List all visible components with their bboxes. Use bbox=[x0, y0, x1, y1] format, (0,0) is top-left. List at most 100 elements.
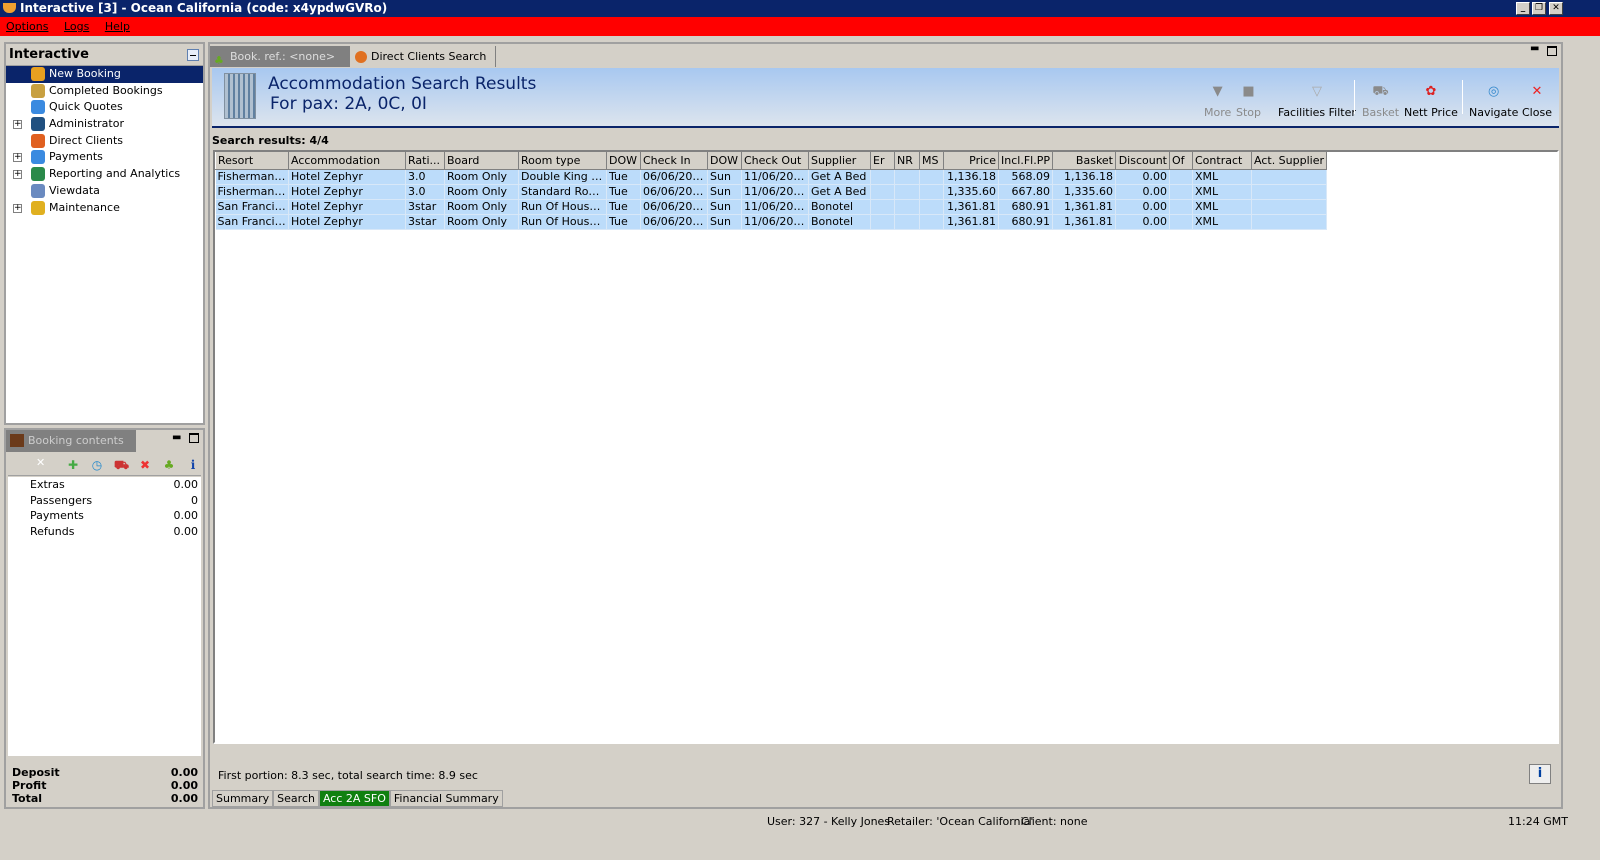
nav-item-label: Administrator bbox=[49, 117, 124, 131]
row-value: 0 bbox=[191, 493, 198, 507]
expand-icon[interactable]: + bbox=[13, 120, 22, 130]
menu-logs[interactable]: Logs bbox=[64, 20, 89, 33]
nav-item[interactable]: + Reporting and Analytics bbox=[6, 166, 203, 183]
total-value: 0.00 bbox=[170, 779, 198, 792]
table-cell bbox=[1169, 169, 1193, 185]
maintenance-icon bbox=[31, 200, 45, 215]
column-header[interactable]: Resort bbox=[215, 152, 289, 170]
table-cell: Room Only bbox=[444, 169, 519, 185]
table-row[interactable]: Fishermans ... Hotel Zephyr 3.0 Room Only Do… bbox=[215, 169, 1327, 185]
column-header[interactable]: Er bbox=[870, 152, 895, 170]
table-cell: 0.00 bbox=[1115, 169, 1170, 185]
booking-row: Payments 0.00 bbox=[8, 508, 201, 524]
column-header[interactable]: DOW bbox=[606, 152, 641, 170]
tab-booking-ref[interactable]: ♣ Book. ref.: <none> ✕ bbox=[210, 46, 350, 84]
minimize-icon[interactable]: ▬ bbox=[172, 432, 181, 443]
column-header[interactable]: Basket bbox=[1052, 152, 1116, 170]
table-cell: Fishermans ... bbox=[215, 184, 289, 200]
column-header[interactable]: Check In bbox=[640, 152, 708, 170]
nav-item[interactable]: Quick Quotes bbox=[6, 99, 203, 116]
expand-icon[interactable]: + bbox=[13, 203, 22, 213]
table-row[interactable]: San Francisco Hotel Zephyr 3star Room Only R… bbox=[215, 199, 1327, 215]
booking-row: Extras 0.00 bbox=[8, 477, 201, 493]
close-window-button[interactable]: ✕ bbox=[1549, 2, 1563, 15]
info-button[interactable]: i bbox=[1529, 764, 1551, 784]
table-cell: 0.00 bbox=[1115, 199, 1170, 215]
table-cell: 1,361.81 bbox=[1052, 214, 1116, 230]
nav-item-label: Direct Clients bbox=[49, 133, 124, 147]
column-header[interactable]: Supplier bbox=[808, 152, 871, 170]
column-header[interactable]: Check Out bbox=[741, 152, 809, 170]
tab-booking-contents[interactable]: Booking contents ✕ bbox=[6, 430, 136, 469]
table-cell: 680.91 bbox=[998, 199, 1053, 215]
maximize-icon[interactable] bbox=[189, 433, 199, 443]
bottom-tab[interactable]: Summary bbox=[212, 790, 274, 807]
table-cell bbox=[1169, 214, 1193, 230]
maximize-icon[interactable] bbox=[1547, 46, 1557, 56]
separator bbox=[1354, 80, 1355, 114]
minimize-button[interactable]: _ bbox=[1516, 2, 1530, 15]
column-header[interactable]: Price bbox=[943, 152, 999, 170]
more-button[interactable]: ▼ More bbox=[1204, 84, 1231, 119]
basket-button[interactable]: ⛟ Basket bbox=[1362, 84, 1399, 119]
column-header[interactable]: Discount bbox=[1115, 152, 1170, 170]
column-header[interactable]: Of bbox=[1169, 152, 1193, 170]
table-cell: 667.80 bbox=[998, 184, 1053, 200]
total-value: 0.00 bbox=[170, 792, 198, 805]
minimize-icon[interactable]: ▬ bbox=[1530, 43, 1539, 54]
bottom-tab[interactable]: Financial Summary bbox=[389, 790, 503, 807]
basket-transfer-icon[interactable]: ⛟ bbox=[114, 458, 129, 472]
restore-button[interactable]: ❐ bbox=[1532, 2, 1546, 15]
clock-icon[interactable]: ◷ bbox=[90, 458, 104, 472]
add-icon[interactable]: ✚ bbox=[66, 458, 80, 472]
close-button[interactable]: ✕ Close bbox=[1522, 84, 1552, 119]
palm-icon[interactable]: ♣ bbox=[162, 458, 176, 472]
facilities-filter-button[interactable]: ▽ Facilities Filter bbox=[1278, 84, 1356, 119]
table-cell: 06/06/2017 bbox=[640, 169, 708, 185]
nav-item[interactable]: Direct Clients bbox=[6, 133, 203, 150]
expand-icon[interactable]: + bbox=[13, 170, 22, 180]
column-header[interactable]: Accommodation bbox=[288, 152, 406, 170]
nav-item[interactable]: New Booking bbox=[6, 66, 203, 83]
nav-item[interactable]: + Maintenance bbox=[6, 200, 203, 217]
bottom-tab[interactable]: Acc 2A SFO bbox=[318, 790, 390, 807]
navigate-button[interactable]: ◎ Navigate bbox=[1469, 84, 1518, 119]
table-cell bbox=[894, 214, 920, 230]
stop-button[interactable]: ■ Stop bbox=[1236, 84, 1261, 119]
column-header[interactable]: Contract bbox=[1192, 152, 1252, 170]
table-row[interactable]: San Francisco Hotel Zephyr 3star Room Only R… bbox=[215, 214, 1327, 230]
column-header[interactable]: Room type bbox=[518, 152, 607, 170]
column-header[interactable]: NR bbox=[894, 152, 920, 170]
palm-money-icon bbox=[31, 83, 45, 98]
nav-item[interactable]: + Administrator bbox=[6, 116, 203, 133]
table-cell bbox=[1251, 169, 1327, 185]
column-header[interactable]: DOW bbox=[707, 152, 742, 170]
column-header[interactable]: MS bbox=[919, 152, 944, 170]
column-header[interactable]: Rati... bbox=[405, 152, 445, 170]
column-header[interactable]: Board bbox=[444, 152, 519, 170]
column-header[interactable]: Incl.Fl.PP bbox=[998, 152, 1053, 170]
table-cell bbox=[894, 184, 920, 200]
table-row[interactable]: Fishermans ... Hotel Zephyr 3.0 Room Only St… bbox=[215, 184, 1327, 200]
nav-item[interactable]: Viewdata bbox=[6, 183, 203, 200]
nav-item[interactable]: Completed Bookings bbox=[6, 83, 203, 100]
close-icon: ✕ bbox=[1531, 84, 1543, 99]
delete-icon[interactable]: ✖ bbox=[138, 458, 152, 472]
nav-item[interactable]: + Payments bbox=[6, 149, 203, 166]
column-header[interactable]: Act. Supplier bbox=[1251, 152, 1327, 170]
navigation-panel: Interactive New Booking Completed Booking… bbox=[4, 42, 205, 425]
table-cell: Run Of House ... bbox=[518, 199, 607, 215]
menu-help[interactable]: Help bbox=[105, 20, 130, 33]
expand-icon[interactable]: + bbox=[13, 153, 22, 163]
tab-direct-clients-search[interactable]: Direct Clients Search bbox=[351, 46, 496, 67]
minimize-panel-button[interactable] bbox=[187, 49, 199, 61]
nett-price-button[interactable]: ✿ Nett Price bbox=[1404, 84, 1458, 119]
nav-item-label: Reporting and Analytics bbox=[49, 167, 181, 181]
bottom-tab[interactable]: Search bbox=[273, 790, 319, 807]
row-value: 0.00 bbox=[173, 509, 199, 523]
row-label: Refunds bbox=[30, 525, 75, 539]
nav-item-label: Viewdata bbox=[49, 183, 100, 197]
menu-options[interactable]: Options bbox=[6, 20, 48, 33]
info-icon[interactable]: i bbox=[186, 458, 200, 472]
table-cell: Get A Bed bbox=[808, 169, 871, 185]
